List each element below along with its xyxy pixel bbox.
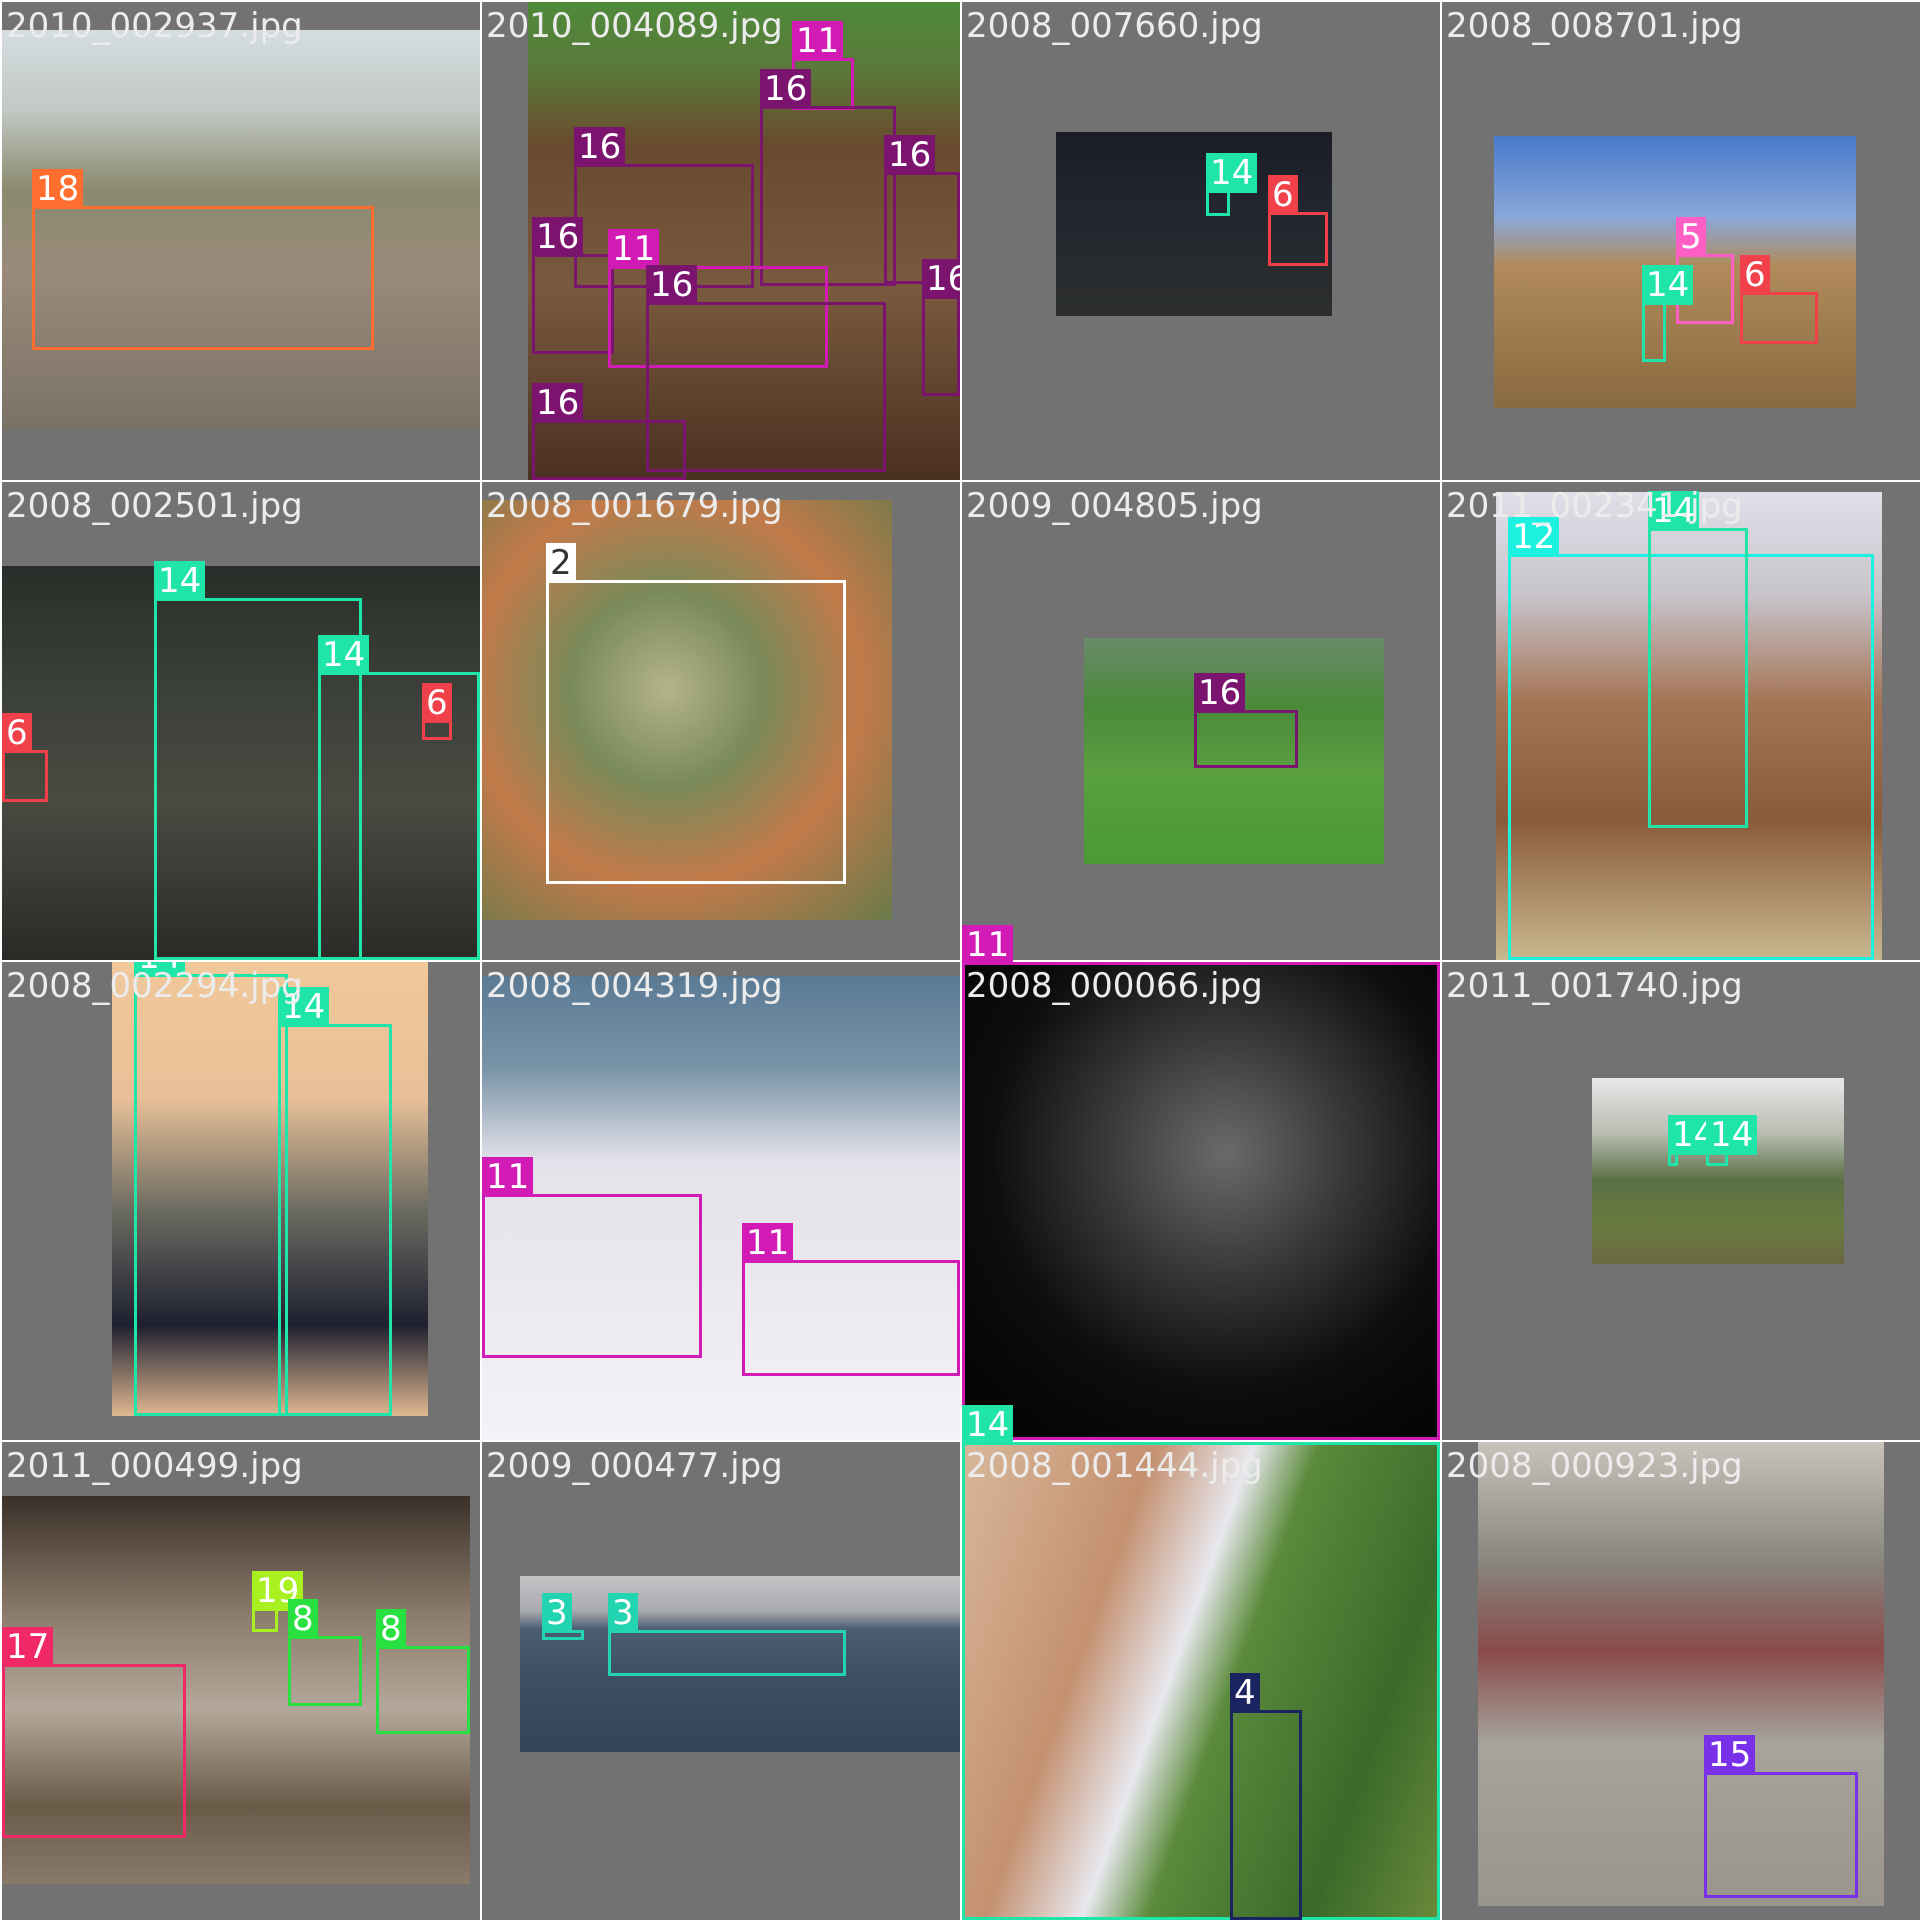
detection-box: 19 <box>252 1571 304 1632</box>
filename-label: 2008_000923.jpg <box>1446 1446 1743 1486</box>
detection-box: 17 <box>2 1627 186 1838</box>
tile-2008-000923: 15 2008_000923.jpg <box>1442 1442 1920 1920</box>
detection-box: 11 <box>962 925 1440 1440</box>
tile-2011-000499: 17 19 8 8 2011_000499.jpg <box>2 1442 480 1920</box>
tile-2008-002294: 14 14 2008_002294.jpg <box>2 962 480 1440</box>
detection-box: 14 <box>134 962 288 1416</box>
filename-label: 2011_002341.jpg <box>1446 486 1743 526</box>
tile-2008-002501: 14 14 6 6 2008_002501.jpg <box>2 482 480 960</box>
class-label: 2 <box>546 543 576 583</box>
detection-box: 14 <box>1668 1115 1720 1166</box>
tile-2008-001679: 2 2008_001679.jpg <box>482 482 960 960</box>
class-label: 14 <box>1706 1115 1758 1155</box>
detection-box: 11 <box>482 1157 702 1358</box>
class-label: 16 <box>922 259 960 299</box>
class-label: 16 <box>574 127 626 167</box>
class-label: 14 <box>962 1405 1014 1445</box>
class-label: 16 <box>532 383 584 423</box>
detection-box: 14 <box>318 635 480 960</box>
class-label: 17 <box>2 1627 54 1667</box>
filename-label: 2008_007660.jpg <box>966 6 1263 46</box>
detection-box: 18 <box>32 169 374 350</box>
filename-label: 2010_004089.jpg <box>486 6 783 46</box>
class-label: 14 <box>1206 153 1258 193</box>
filename-label: 2011_001740.jpg <box>1446 966 1743 1006</box>
class-label: 5 <box>1676 217 1706 257</box>
detection-box: 4 <box>1230 1673 1302 1920</box>
detection-box: 11 <box>742 1223 960 1376</box>
class-label: 14 <box>154 561 206 601</box>
detection-box: 14 <box>278 987 392 1416</box>
class-label: 11 <box>482 1157 534 1197</box>
class-label: 6 <box>422 683 452 723</box>
filename-label: 2008_002501.jpg <box>6 486 303 526</box>
tile-2008-004319: 11 11 2008_004319.jpg <box>482 962 960 1440</box>
detection-box: 14 <box>962 1405 1440 1920</box>
class-label: 18 <box>32 169 84 209</box>
filename-label: 2008_008701.jpg <box>1446 6 1743 46</box>
detection-box: 16 <box>922 259 960 396</box>
tile-2010-004089: 11 16 16 16 16 11 16 16 16 2010_004089.j… <box>482 2 960 480</box>
class-label: 11 <box>608 229 660 269</box>
detection-box: 3 <box>542 1593 584 1640</box>
detection-box: 16 <box>532 383 686 480</box>
filename-label: 2008_001444.jpg <box>966 1446 1263 1486</box>
detection-box: 14 <box>1206 153 1258 216</box>
class-label: 8 <box>376 1609 406 1649</box>
filename-label: 2011_000499.jpg <box>6 1446 303 1486</box>
detection-box: 14 <box>1706 1115 1758 1166</box>
filename-label: 2009_004805.jpg <box>966 486 1263 526</box>
detection-box: 16 <box>532 217 614 354</box>
detection-box: 14 <box>1642 265 1694 362</box>
detection-box: 6 <box>1740 255 1818 344</box>
class-label: 15 <box>1704 1735 1756 1775</box>
tile-2009-004805: 16 2009_004805.jpg <box>962 482 1440 960</box>
class-label: 14 <box>1642 265 1694 305</box>
detection-mosaic: 18 2010_002937.jpg 11 16 16 16 16 11 16 … <box>0 0 1920 1920</box>
detection-box: 15 <box>1704 1735 1858 1898</box>
detection-box: 2 <box>546 543 846 884</box>
class-label: 6 <box>2 713 32 753</box>
detection-box: 6 <box>2 713 48 802</box>
class-label: 16 <box>646 265 698 305</box>
tile-2010-002937: 18 2010_002937.jpg <box>2 2 480 480</box>
class-label: 11 <box>742 1223 794 1263</box>
filename-label: 2008_000066.jpg <box>966 966 1263 1006</box>
class-label: 16 <box>760 69 812 109</box>
filename-label: 2008_004319.jpg <box>486 966 783 1006</box>
class-label: 11 <box>962 925 1014 965</box>
class-label: 6 <box>1268 175 1298 215</box>
filename-label: 2010_002937.jpg <box>6 6 303 46</box>
class-label: 6 <box>1740 255 1770 295</box>
class-label: 16 <box>1194 673 1246 713</box>
class-label: 3 <box>542 1593 572 1633</box>
tile-2011-002341: 12 14 2011_002341.jpg <box>1442 482 1920 960</box>
tile-2008-007660: 14 6 2008_007660.jpg <box>962 2 1440 480</box>
tile-2008-001444: 14 4 2008_001444.jpg <box>962 1405 1440 1920</box>
detection-box: 8 <box>288 1599 362 1706</box>
class-label: 4 <box>1230 1673 1260 1713</box>
class-label: 8 <box>288 1599 318 1639</box>
photo-park-flowers <box>1592 1078 1844 1264</box>
class-label: 3 <box>608 1593 638 1633</box>
detection-box: 6 <box>422 683 452 740</box>
detection-box: 16 <box>760 69 896 286</box>
class-label: 11 <box>792 21 844 61</box>
detection-box: 14 <box>1648 491 1748 828</box>
filename-label: 2009_000477.jpg <box>486 1446 783 1486</box>
filename-label: 2008_002294.jpg <box>6 966 303 1006</box>
detection-box: 8 <box>376 1609 470 1734</box>
tile-2008-000066: 11 2008_000066.jpg <box>962 925 1440 1440</box>
filename-label: 2008_001679.jpg <box>486 486 783 526</box>
tile-2008-008701: 5 14 6 2008_008701.jpg <box>1442 2 1920 480</box>
tile-2011-001740: 14 14 2011_001740.jpg <box>1442 962 1920 1440</box>
tile-2009-000477: 3 3 2009_000477.jpg <box>482 1442 960 1920</box>
detection-box: 3 <box>608 1593 846 1676</box>
class-label: 16 <box>884 135 936 175</box>
detection-box: 6 <box>1268 175 1328 266</box>
class-label: 16 <box>532 217 584 257</box>
detection-box: 16 <box>1194 673 1298 768</box>
class-label: 14 <box>318 635 370 675</box>
